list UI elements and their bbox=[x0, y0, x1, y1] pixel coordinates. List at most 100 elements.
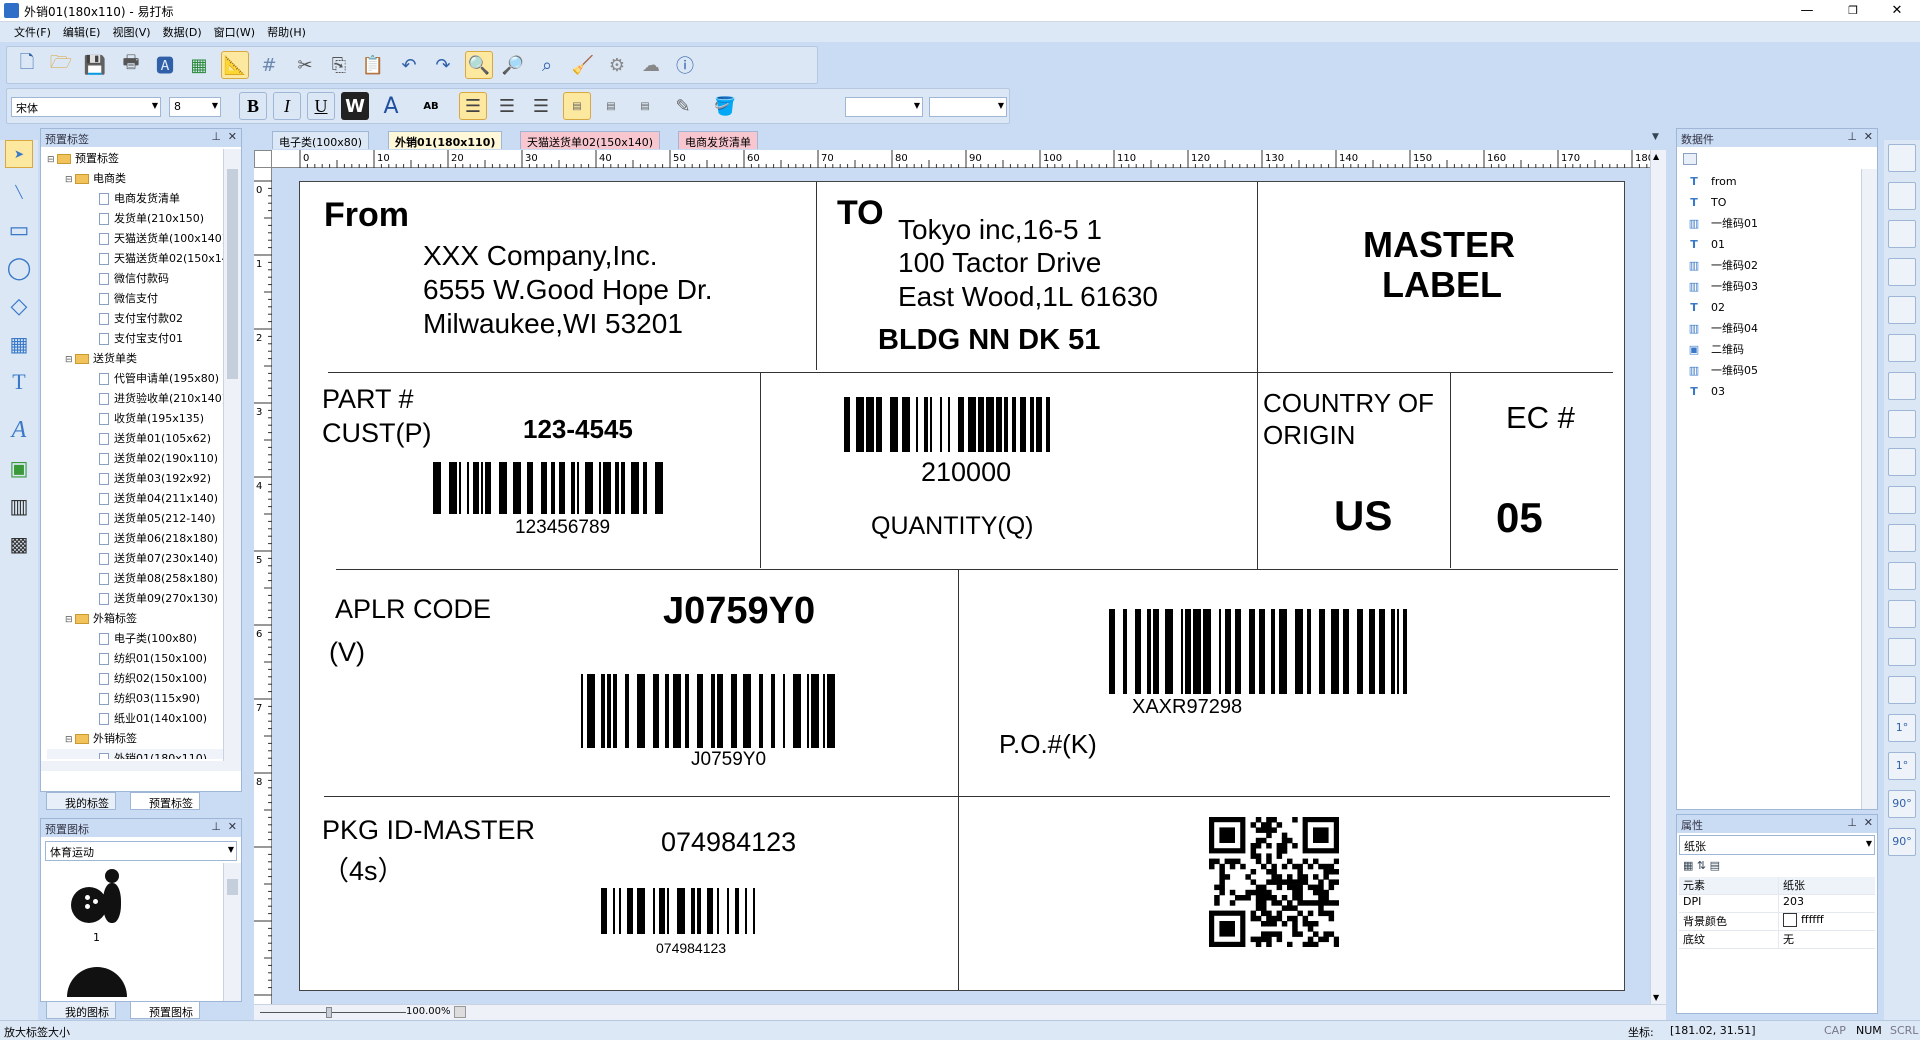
line-tool-icon[interactable]: ╲ bbox=[5, 178, 33, 206]
close-icon[interactable]: ✕ bbox=[228, 820, 237, 833]
new-icon[interactable]: 🗋 bbox=[13, 51, 41, 79]
datasource-item[interactable]: ▥ 一维码05 bbox=[1679, 360, 1859, 381]
basketball-icon[interactable] bbox=[67, 967, 127, 997]
zoom-thumb[interactable] bbox=[326, 1007, 332, 1018]
italic-button[interactable]: I bbox=[273, 92, 301, 120]
image-tool-icon[interactable]: ▣ bbox=[5, 454, 33, 482]
tab-preset-icons[interactable]: 预置图标 bbox=[130, 1001, 200, 1019]
canvas-v-scrollbar[interactable]: ▲ ▼ bbox=[1650, 150, 1666, 1004]
rotate-tool-icon[interactable]: 90° bbox=[1888, 828, 1916, 856]
scroll-left-button[interactable] bbox=[454, 1006, 466, 1018]
datasource-item[interactable]: ▣ 二维码 bbox=[1679, 339, 1859, 360]
tree-item[interactable]: 电子类(100x80) bbox=[47, 629, 223, 649]
pointer-icon[interactable]: ➤ bbox=[5, 140, 33, 168]
word-wrap-button[interactable]: W bbox=[341, 92, 369, 120]
align-right-icon[interactable]: ☰ bbox=[527, 92, 555, 120]
font-family-select[interactable]: 宋体 ▼ bbox=[11, 97, 161, 117]
menu-file[interactable]: 文件(F) bbox=[8, 22, 57, 42]
rotate-tool-icon[interactable]: 1° bbox=[1888, 714, 1916, 742]
align-tool-icon[interactable] bbox=[1888, 334, 1916, 362]
barcode-3[interactable] bbox=[581, 674, 837, 748]
align-tool-icon[interactable] bbox=[1888, 220, 1916, 248]
minimize-button[interactable]: — bbox=[1784, 0, 1830, 22]
zoom-out-icon[interactable]: 🔎 bbox=[499, 51, 527, 79]
tree-item[interactable]: 进货验收单(210x140) bbox=[47, 389, 223, 409]
close-icon[interactable]: ✕ bbox=[1864, 130, 1873, 143]
pin-icon[interactable]: ⊥ bbox=[211, 130, 221, 143]
datasource-item[interactable]: ▥ 一维码03 bbox=[1679, 276, 1859, 297]
qrcode-tool-icon[interactable]: ▩ bbox=[5, 530, 33, 558]
ruler-icon[interactable]: 📐 bbox=[221, 51, 249, 79]
collapse-icon[interactable]: ⊟ bbox=[65, 730, 75, 749]
pin-icon[interactable]: ⊥ bbox=[1847, 816, 1857, 829]
tree-item[interactable]: 送货单02(190x110) bbox=[47, 449, 223, 469]
tree-item[interactable]: 送货单03(192x92) bbox=[47, 469, 223, 489]
line-style-select[interactable]: ▼ bbox=[929, 97, 1007, 117]
datasource-item[interactable]: T TO bbox=[1679, 192, 1859, 213]
datasource-item[interactable]: ▥ 一维码01 bbox=[1679, 213, 1859, 234]
menu-view[interactable]: 视图(V) bbox=[106, 22, 156, 42]
datasource-item[interactable]: T 01 bbox=[1679, 234, 1859, 255]
tab-preset-labels[interactable]: 预置标签 bbox=[130, 792, 200, 810]
menu-data[interactable]: 数据(D) bbox=[157, 22, 208, 42]
diamond-tool-icon[interactable]: ◇ bbox=[5, 292, 33, 320]
zoom-track[interactable] bbox=[260, 1012, 406, 1013]
close-icon[interactable]: ✕ bbox=[1864, 816, 1873, 829]
datasource-item[interactable]: T 02 bbox=[1679, 297, 1859, 318]
bold-button[interactable]: B bbox=[239, 92, 267, 120]
grid-icon[interactable]: # bbox=[255, 51, 283, 79]
scroll-down-icon[interactable]: ▼ bbox=[1653, 993, 1659, 1002]
tab-my-labels[interactable]: 我的标签 bbox=[46, 792, 116, 810]
align-tool-icon[interactable] bbox=[1888, 372, 1916, 400]
label-paper[interactable]: From XXX Company,Inc. 6555 W.Good Hope D… bbox=[299, 181, 1625, 991]
datasource-add-icon[interactable] bbox=[1683, 153, 1697, 165]
excel-icon[interactable]: ▦ bbox=[185, 51, 213, 79]
undo-icon[interactable]: ↶ bbox=[395, 51, 423, 79]
property-object-select[interactable]: 纸张 ▼ bbox=[1679, 835, 1875, 855]
tree-item[interactable]: 送货单04(211x140) bbox=[47, 489, 223, 509]
info-icon[interactable]: ⓘ bbox=[671, 51, 699, 79]
zoom-in-icon[interactable]: 🔍 bbox=[465, 51, 493, 79]
cloud-icon[interactable]: ☁ bbox=[637, 51, 665, 79]
color-swatch-icon[interactable] bbox=[1783, 913, 1797, 927]
tree-item[interactable]: 纺织03(115x90) bbox=[47, 689, 223, 709]
align-tool-icon[interactable] bbox=[1888, 524, 1916, 552]
collapse-icon[interactable]: ⊟ bbox=[65, 610, 75, 629]
restore-button[interactable]: ❐ bbox=[1830, 0, 1876, 22]
print-icon[interactable]: 🖶 bbox=[117, 51, 145, 79]
tree-item[interactable]: 纸业01(140x100) bbox=[47, 709, 223, 729]
align-left-icon[interactable]: ☰ bbox=[459, 92, 487, 120]
barcode-2[interactable] bbox=[844, 397, 1052, 452]
font-size-select[interactable]: 8 ▼ bbox=[169, 97, 221, 117]
tree-folder[interactable]: ⊟ 外箱标签 bbox=[47, 609, 223, 629]
menu-edit[interactable]: 编辑(E) bbox=[57, 22, 107, 42]
tree-item[interactable]: 代管申请单(195x80) bbox=[47, 369, 223, 389]
property-row-dpi[interactable]: DPI 203 bbox=[1679, 895, 1875, 913]
valign-top-icon[interactable]: ▤ bbox=[563, 92, 591, 120]
tree-item[interactable]: 送货单06(218x180) bbox=[47, 529, 223, 549]
property-sort-icons[interactable]: ▦ ⇅ ▤ bbox=[1683, 859, 1720, 872]
tree-scrollbar[interactable] bbox=[223, 149, 241, 761]
ellipse-tool-icon[interactable]: ◯ bbox=[5, 254, 33, 282]
align-tool-icon[interactable] bbox=[1888, 486, 1916, 514]
copy-icon[interactable]: ⎘ bbox=[325, 51, 353, 79]
highlight-button[interactable]: AB bbox=[417, 92, 445, 120]
align-tool-icon[interactable] bbox=[1888, 410, 1916, 438]
redo-icon[interactable]: ↷ bbox=[429, 51, 457, 79]
tree-item[interactable]: 送货单01(105x62) bbox=[47, 429, 223, 449]
tree-item[interactable]: 送货单08(258x180) bbox=[47, 569, 223, 589]
tree-item[interactable]: 天猫送货单02(150x140) bbox=[47, 249, 223, 269]
rotate-tool-icon[interactable]: 1° bbox=[1888, 752, 1916, 780]
align-tool-icon[interactable] bbox=[1888, 638, 1916, 666]
align-tool-icon[interactable] bbox=[1888, 182, 1916, 210]
collapse-icon[interactable]: ⊟ bbox=[47, 150, 57, 169]
underline-button[interactable]: U bbox=[307, 92, 335, 120]
doc-tab[interactable]: 电商发货清单 bbox=[678, 131, 758, 149]
pin-icon[interactable]: ⊥ bbox=[1847, 130, 1857, 143]
tree-item[interactable]: 纺织02(150x100) bbox=[47, 669, 223, 689]
menu-window[interactable]: 窗口(W) bbox=[208, 22, 261, 42]
collapse-icon[interactable]: ⊟ bbox=[65, 350, 75, 369]
property-value[interactable]: 203 bbox=[1779, 895, 1875, 912]
barcode-5[interactable] bbox=[601, 888, 755, 934]
line-color-icon[interactable]: ✎ bbox=[669, 92, 697, 120]
